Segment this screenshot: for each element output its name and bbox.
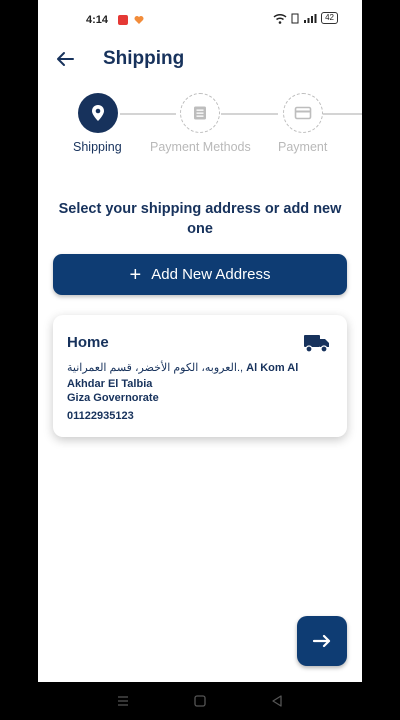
add-new-address-label: Add New Address <box>151 266 271 283</box>
address-line: العروبه، الكوم الأخضر، قسم العمرانية., A… <box>67 360 337 392</box>
battery-icon: 42 <box>321 12 338 24</box>
address-governorate: Giza Governorate <box>67 392 159 404</box>
step-shipping[interactable] <box>78 93 118 133</box>
back-button[interactable] <box>52 46 78 72</box>
status-indicators: 42 <box>273 12 338 24</box>
page-title: Shipping <box>103 48 185 69</box>
step-connector <box>323 113 362 115</box>
list-icon <box>194 106 206 120</box>
app-screen: 4:14 42 Shipping Shipping Payment Method… <box>38 0 362 682</box>
step-label-shipping: Shipping <box>73 140 122 154</box>
data-icon <box>291 13 299 23</box>
truck-icon <box>304 335 329 353</box>
system-nav-bar <box>0 682 400 720</box>
step-connector <box>221 113 278 115</box>
card-icon <box>294 106 312 120</box>
address-title: Home <box>67 334 109 351</box>
back-arrow-icon <box>57 52 74 66</box>
step-label-payment-methods: Payment Methods <box>150 140 251 154</box>
next-button[interactable] <box>297 616 347 666</box>
address-card[interactable]: Home العروبه، الكوم الأخضر، قسم العمراني… <box>53 315 347 437</box>
notification-icon <box>118 15 128 25</box>
shipping-prompt: Select your shipping address or add new … <box>58 201 342 237</box>
step-connector <box>120 113 176 115</box>
address-phone: 01122935123 <box>67 410 134 422</box>
arrow-right-icon <box>312 634 331 648</box>
step-payment-methods[interactable] <box>180 93 220 133</box>
status-bar: 4:14 42 <box>38 0 362 42</box>
address-arabic: العروبه، الكوم الأخضر، قسم العمرانية., <box>67 362 244 374</box>
step-label-payment: Payment <box>278 140 328 154</box>
wifi-icon <box>273 13 287 24</box>
signal-icon <box>304 13 317 23</box>
back-nav-icon[interactable] <box>270 694 284 708</box>
step-payment[interactable] <box>283 93 323 133</box>
menu-nav-icon[interactable] <box>116 694 130 708</box>
home-nav-icon[interactable] <box>193 694 207 708</box>
status-time: 4:14 <box>86 14 109 26</box>
plus-icon: + <box>129 263 142 286</box>
heart-notification-icon <box>134 16 144 24</box>
add-new-address-button[interactable]: + Add New Address <box>53 254 347 295</box>
location-pin-icon <box>92 105 104 121</box>
